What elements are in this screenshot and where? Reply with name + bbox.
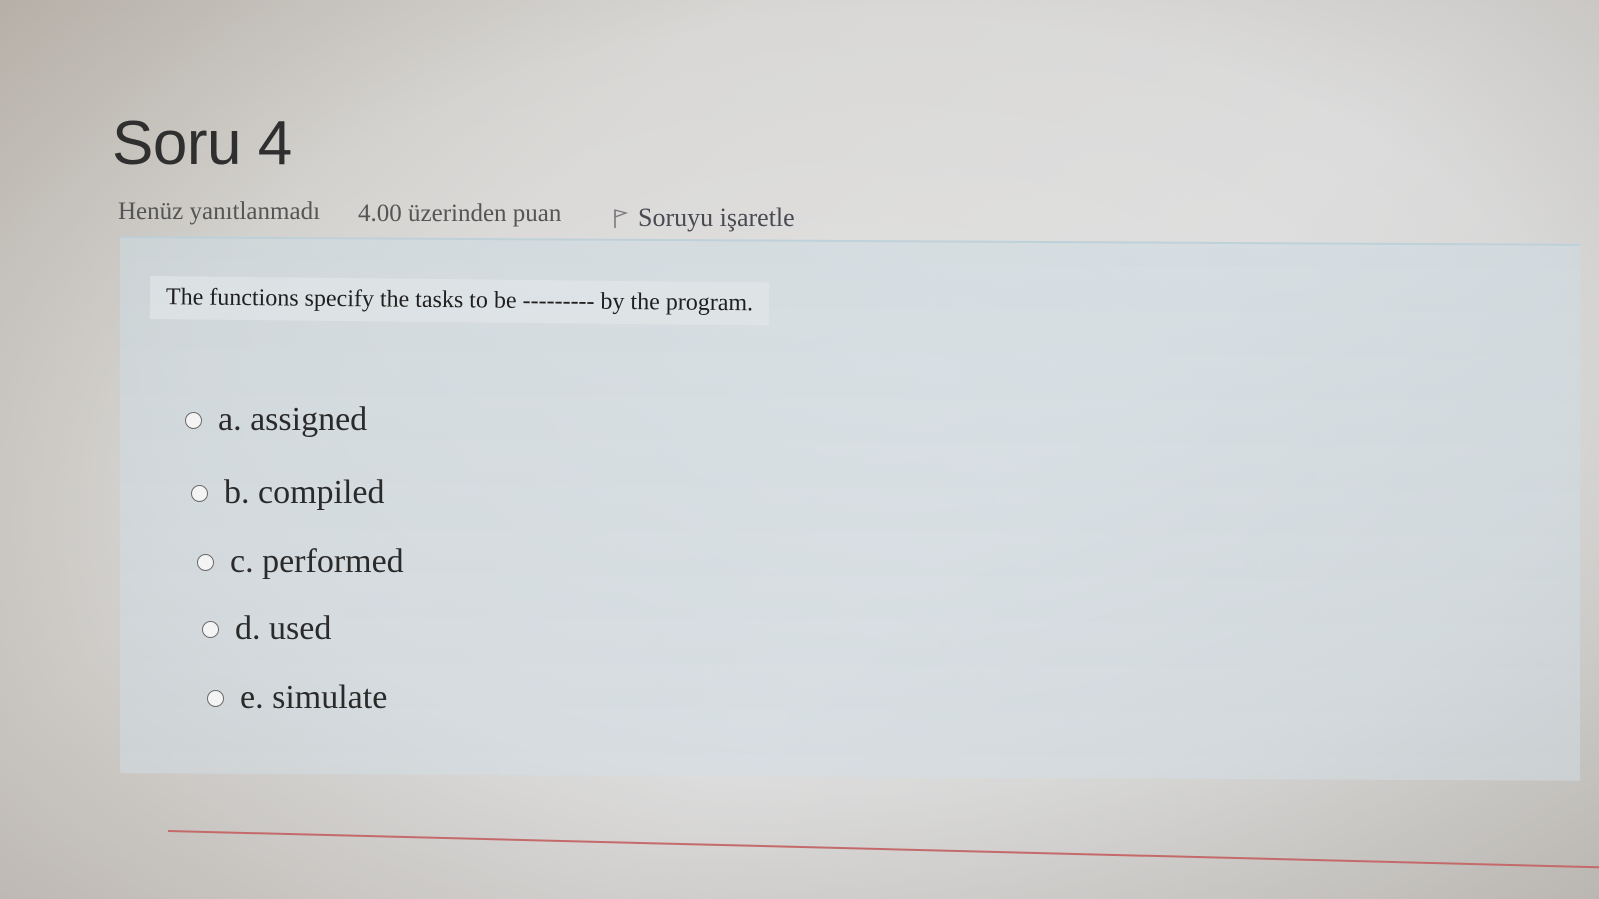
question-grade: 4.00 üzerinden puan xyxy=(358,200,562,227)
radio-button-c[interactable] xyxy=(197,553,214,571)
flag-question-link[interactable]: Soruyu işaretle xyxy=(612,203,795,233)
answer-option-a[interactable]: a. assigned xyxy=(185,401,367,439)
flag-icon xyxy=(612,207,628,229)
answer-option-d[interactable]: d. used xyxy=(202,610,331,648)
radio-button-a[interactable] xyxy=(185,411,202,429)
flag-question-label: Soruyu işaretle xyxy=(638,203,795,232)
radio-button-b[interactable] xyxy=(191,484,208,502)
answer-label-b: b. compiled xyxy=(224,474,385,511)
answer-label-e: e. simulate xyxy=(240,679,388,716)
radio-button-d[interactable] xyxy=(202,620,219,638)
answer-label-d: d. used xyxy=(235,610,332,647)
radio-button-e[interactable] xyxy=(207,689,224,707)
question-status: Henüz yanıtlanmadı xyxy=(118,198,321,225)
question-title: Soru 4 xyxy=(112,109,292,178)
answer-option-b[interactable]: b. compiled xyxy=(191,474,385,512)
answer-label-c: c. performed xyxy=(230,543,404,580)
answer-option-c[interactable]: c. performed xyxy=(197,543,404,581)
question-text: The functions specify the tasks to be --… xyxy=(149,276,770,326)
answer-option-e[interactable]: e. simulate xyxy=(207,679,387,717)
section-divider xyxy=(167,830,1599,869)
answer-label-a: a. assigned xyxy=(218,401,368,438)
